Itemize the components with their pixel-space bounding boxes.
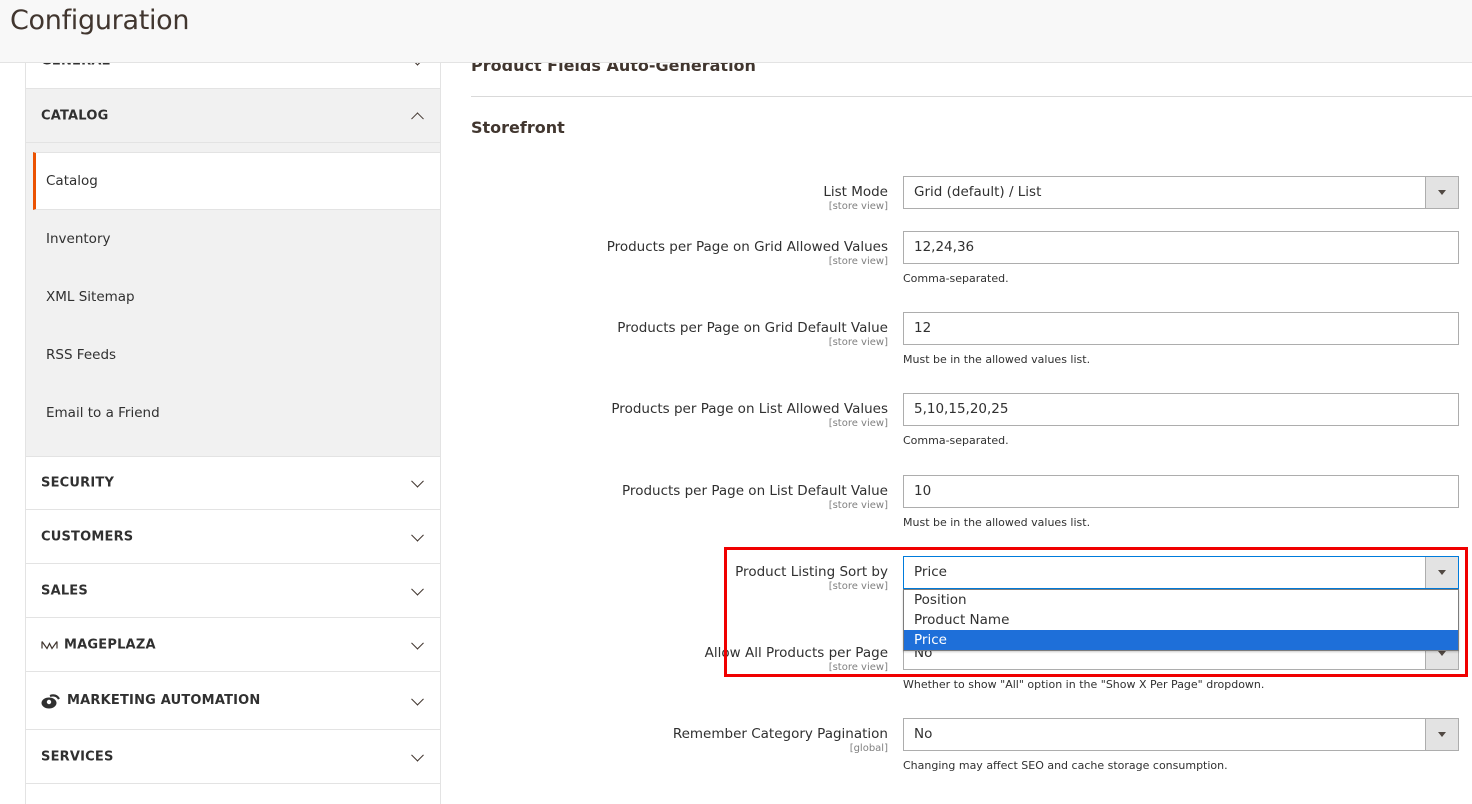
list-mode-select[interactable]: Grid (default) / List bbox=[903, 176, 1459, 209]
sidebar-section-next bbox=[26, 784, 440, 804]
field-label-text: List Mode bbox=[823, 184, 888, 200]
field-note: Comma-separated. bbox=[903, 272, 1009, 285]
list-allowed-values-input[interactable]: 5,10,15,20,25 bbox=[903, 393, 1459, 426]
sidebar-section-sales[interactable]: SALES bbox=[26, 564, 440, 618]
sidebar-item-label: Email to a Friend bbox=[46, 405, 160, 421]
option-position[interactable]: Position bbox=[904, 590, 1458, 610]
field-scope: [store view] bbox=[828, 662, 888, 673]
chevron-down-icon bbox=[411, 474, 424, 488]
sidebar-item-label: Inventory bbox=[46, 231, 111, 247]
list-default-value-input[interactable]: 10 bbox=[903, 475, 1459, 508]
sidebar-section-marketing-automation[interactable]: MARKETING AUTOMATION bbox=[26, 672, 440, 730]
field-scope: [store view] bbox=[828, 581, 888, 592]
sidebar-item-label: RSS Feeds bbox=[46, 347, 117, 363]
catalog-sub-items: Catalog Inventory XML Sitemap RSS Feeds … bbox=[26, 143, 440, 456]
field-label-text: Product Listing Sort by bbox=[735, 564, 888, 580]
select-value: No bbox=[914, 726, 933, 742]
sidebar-section-label: CATALOG bbox=[41, 108, 109, 123]
field-label: List Mode [store view] bbox=[823, 183, 888, 212]
sidebar-section-label: SERVICES bbox=[41, 749, 114, 764]
field-label-text: Products per Page on Grid Allowed Values bbox=[606, 239, 888, 255]
field-note: Must be in the allowed values list. bbox=[903, 353, 1091, 366]
sidebar-section-text: MAGEPLAZA bbox=[64, 637, 156, 652]
sidebar-section-label: SECURITY bbox=[41, 475, 115, 491]
sidebar-section-security[interactable]: SECURITY bbox=[26, 456, 440, 510]
field-label: Products per Page on List Allowed Values… bbox=[611, 400, 888, 429]
sidebar-item-label: XML Sitemap bbox=[46, 289, 135, 305]
field-scope: [store view] bbox=[828, 337, 888, 348]
marketing-automation-logo-icon bbox=[41, 693, 60, 708]
field-label: Allow All Products per Page [store view] bbox=[705, 644, 888, 673]
page-header: Configuration bbox=[0, 0, 1472, 63]
field-scope: [global] bbox=[849, 743, 888, 754]
sidebar-section-catalog[interactable]: CATALOG bbox=[26, 89, 440, 143]
select-value: Price bbox=[914, 564, 947, 580]
dropdown-arrow-icon[interactable] bbox=[1425, 177, 1458, 208]
field-scope: [store view] bbox=[828, 256, 888, 267]
input-value: 10 bbox=[914, 483, 932, 499]
sidebar-section-customers[interactable]: CUSTOMERS bbox=[26, 510, 440, 564]
select-value: Grid (default) / List bbox=[914, 184, 1042, 200]
chevron-down-icon bbox=[411, 582, 424, 596]
sidebar-section-label: CUSTOMERS bbox=[41, 529, 134, 544]
field-note: Whether to show "All" option in the "Sho… bbox=[903, 678, 1265, 691]
sidebar-item-catalog[interactable]: Catalog bbox=[33, 152, 440, 210]
config-sidebar: GENERAL CATALOG Catalog Inventory XML Si… bbox=[25, 30, 441, 804]
field-label: Remember Category Pagination [global] bbox=[673, 725, 888, 754]
sidebar-item-xml-sitemap[interactable]: XML Sitemap bbox=[26, 268, 440, 326]
sidebar-section-label: SALES bbox=[41, 583, 88, 598]
field-scope: [store view] bbox=[828, 201, 888, 212]
grid-allowed-values-input[interactable]: 12,24,36 bbox=[903, 231, 1459, 264]
mageplaza-logo-icon bbox=[41, 640, 58, 649]
sidebar-section-label: MAGEPLAZA bbox=[41, 637, 156, 652]
chevron-down-icon bbox=[411, 748, 424, 762]
field-label: Product Listing Sort by [store view] bbox=[735, 563, 888, 592]
sidebar-item-rss-feeds[interactable]: RSS Feeds bbox=[26, 326, 440, 384]
field-scope: [store view] bbox=[828, 418, 888, 429]
field-label-text: Allow All Products per Page bbox=[704, 645, 888, 661]
group-title-storefront[interactable]: Storefront bbox=[471, 118, 565, 137]
chevron-up-icon bbox=[411, 111, 424, 125]
option-price[interactable]: Price bbox=[904, 630, 1458, 650]
sort-by-select[interactable]: Price bbox=[903, 556, 1459, 589]
sidebar-section-mageplaza[interactable]: MAGEPLAZA bbox=[26, 618, 440, 672]
sidebar-section-services[interactable]: SERVICES bbox=[26, 730, 440, 784]
sidebar-section-text: MARKETING AUTOMATION bbox=[67, 693, 261, 708]
field-label-text: Products per Page on Grid Default Value bbox=[617, 320, 888, 336]
dropdown-arrow-icon[interactable] bbox=[1425, 557, 1458, 588]
page-title: Configuration bbox=[10, 5, 190, 36]
sidebar-section-label: MARKETING AUTOMATION bbox=[41, 693, 261, 709]
sidebar-item-label: Catalog bbox=[46, 173, 98, 189]
field-label: Products per Page on Grid Allowed Values… bbox=[607, 238, 888, 267]
field-label-text: Products per Page on List Allowed Values bbox=[611, 401, 888, 417]
field-scope: [store view] bbox=[828, 500, 888, 511]
chevron-down-icon bbox=[411, 528, 424, 542]
input-value: 12,24,36 bbox=[914, 239, 975, 255]
grid-default-value-input[interactable]: 12 bbox=[903, 312, 1459, 345]
input-value: 12 bbox=[914, 320, 932, 336]
dropdown-arrow-icon[interactable] bbox=[1425, 719, 1458, 750]
option-product-name[interactable]: Product Name bbox=[904, 610, 1458, 630]
divider bbox=[471, 96, 1472, 97]
chevron-down-icon bbox=[411, 636, 424, 650]
config-main: Product Fields Auto-Generation Storefron… bbox=[471, 0, 1472, 788]
sort-by-options-list: Position Product Name Price bbox=[903, 589, 1459, 651]
sidebar-item-email-to-a-friend[interactable]: Email to a Friend bbox=[26, 384, 440, 442]
field-label: Products per Page on Grid Default Value … bbox=[617, 319, 888, 348]
field-label-text: Products per Page on List Default Value bbox=[622, 483, 888, 499]
field-note: Changing may affect SEO and cache storag… bbox=[903, 759, 1228, 772]
remember-pagination-select[interactable]: No bbox=[903, 718, 1459, 751]
field-label-text: Remember Category Pagination bbox=[672, 726, 888, 742]
input-value: 5,10,15,20,25 bbox=[914, 401, 1009, 417]
field-note: Comma-separated. bbox=[903, 434, 1009, 447]
sidebar-item-inventory[interactable]: Inventory bbox=[26, 210, 440, 268]
field-label: Products per Page on List Default Value … bbox=[622, 482, 888, 511]
chevron-down-icon bbox=[411, 692, 424, 706]
field-note: Must be in the allowed values list. bbox=[903, 516, 1091, 529]
